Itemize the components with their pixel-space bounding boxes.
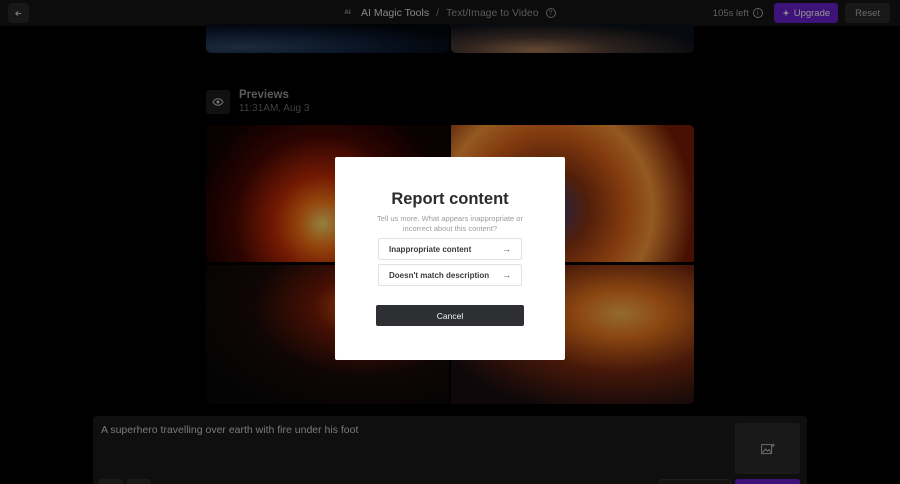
option-label: Doesn't match description	[389, 270, 490, 280]
option-inappropriate-content[interactable]: Inappropriate content →	[378, 238, 522, 260]
arrow-right-icon: →	[502, 270, 511, 280]
cancel-button[interactable]: Cancel	[376, 305, 524, 326]
dialog-title: Report content	[391, 190, 509, 208]
dialog-description: Tell us more. What appears inappropriate…	[377, 214, 523, 233]
arrow-right-icon: →	[502, 244, 511, 254]
option-doesnt-match-description[interactable]: Doesn't match description →	[378, 264, 522, 286]
report-dialog: Report content Tell us more. What appear…	[335, 157, 565, 360]
option-label: Inappropriate content	[389, 244, 472, 254]
cancel-label: Cancel	[436, 310, 464, 321]
